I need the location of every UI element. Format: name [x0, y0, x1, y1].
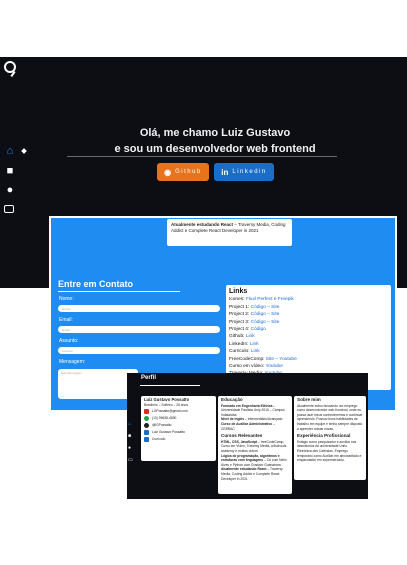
home-icon[interactable]: ⌂ — [4, 146, 16, 157]
email-input[interactable]: Email — [58, 326, 220, 333]
links-item-link[interactable]: Link — [246, 334, 255, 339]
links-item: Github: Link — [229, 334, 255, 340]
course-item: Lógica de programação, algoritmos e estr… — [221, 453, 287, 467]
about-card: Sobre mim Atualmente estou buscando um e… — [294, 396, 366, 480]
links-item-link[interactable]: Youtube — [265, 364, 282, 369]
linkedin-icon: in — [221, 167, 229, 177]
document-icon — [144, 437, 149, 443]
about-title: Sobre mim — [297, 397, 321, 402]
profile-github[interactable]: @lGPossatto — [152, 423, 171, 428]
github-button-label: Github — [175, 169, 202, 175]
links-item-link[interactable]: Link — [251, 349, 260, 354]
page: ⌂ ■ ● Olá, me chamo Luiz Gustavo e sou u… — [0, 0, 407, 565]
links-item: Project 3: Código – Site — [229, 319, 280, 325]
linkedin-button[interactable]: in Linkedin — [214, 163, 274, 181]
courses-title: Cursos Relevantes — [221, 433, 263, 439]
github-icon — [144, 423, 149, 429]
education-item: Curso de Auxiliar Administrativo – CEBRA… — [221, 421, 275, 431]
contact-divider — [58, 291, 180, 292]
profile-email[interactable]: LGPossatto@gmail.com — [152, 409, 188, 414]
home-icon[interactable]: ⌂ — [128, 422, 133, 427]
hero-divider — [67, 156, 337, 157]
contact-card-icon[interactable]: ▭ — [128, 458, 133, 463]
name-label: Nome: — [59, 296, 74, 302]
experience-title: Experiência Profissional — [297, 433, 351, 439]
links-item: Project 2: Código – Site — [229, 312, 280, 318]
message-label: Mensagem: — [59, 359, 86, 365]
hero-title-line2: e sou um desenvolvedor web frontend — [114, 143, 316, 155]
course-card-lead: Atualmente estudando React — [171, 222, 234, 227]
links-item-link[interactable]: Fluxl Perfect e Freepik — [246, 297, 294, 302]
folder-icon[interactable]: ■ — [4, 166, 16, 177]
links-title: Links — [229, 288, 248, 295]
folder-icon[interactable]: ■ — [128, 434, 133, 439]
email-label: Email: — [59, 317, 73, 323]
whatsapp-icon — [144, 416, 149, 422]
subject-label: Assunto: — [59, 338, 79, 344]
linkedin-icon — [144, 430, 149, 436]
education-title: Educação — [221, 397, 243, 402]
subject-input[interactable]: Assunto — [58, 347, 220, 354]
profile-cv[interactable]: Currículo — [152, 437, 165, 442]
education-card: Educação Formado em Engenharia Elétrica … — [218, 396, 292, 494]
links-item: LinkedIn: Link — [229, 341, 259, 347]
links-item-link[interactable]: Código – Site — [251, 320, 280, 325]
links-item-link[interactable]: Código – Site — [251, 305, 280, 310]
contact-title: Entre em Contato — [58, 279, 134, 289]
links-item: Project 1: Código – Site — [229, 304, 280, 310]
contact-card-icon[interactable] — [4, 205, 14, 213]
links-item-link[interactable]: Código – Site — [251, 312, 280, 317]
education-item: Formado em Engenharia Elétrica – Univers… — [221, 403, 285, 417]
profile-divider — [140, 385, 200, 386]
links-item: Curriculo: Link — [229, 349, 260, 355]
links-item-link[interactable]: Código — [251, 327, 266, 332]
course-item: Atualmente estudando React – Traversy Me… — [221, 467, 283, 481]
message-textarea[interactable]: Sua Mensagem — [58, 369, 138, 399]
user-icon[interactable]: ● — [4, 185, 16, 196]
course-card: Atualmente estudando React – Traversy Me… — [167, 219, 292, 246]
contact-info-card: Luiz Gustavo Possatto Brasileiro – Solte… — [141, 396, 216, 461]
user-icon[interactable]: ● — [128, 446, 133, 451]
experience-text: Estágio como pesquisador e auxiliar nos … — [297, 439, 362, 463]
links-item: Curso em vídeo: Youtube — [229, 364, 283, 370]
github-button[interactable]: ◉ Github — [157, 163, 209, 181]
profile-phone[interactable]: (13) 99638-4890 — [152, 416, 176, 421]
profile-linkedin[interactable]: Luiz Gustavo Possatto — [152, 430, 185, 435]
course-item: HTML, CSS, JavaScript – freeCodeCamp, Cu… — [221, 439, 287, 453]
hero-title-line1: Olá, me chamo Luiz Gustavo — [139, 127, 291, 139]
email-icon — [144, 409, 149, 415]
about-text: Atualmente estou buscando um emprego com… — [297, 403, 363, 431]
links-item: Icones: Fluxl Perfect e Freepik — [229, 297, 294, 303]
links-item: FreeCodeComp: Site – Youtube — [229, 356, 297, 362]
links-item: Project 4: Código — [229, 327, 266, 333]
profile-title: Perfil — [141, 375, 157, 381]
github-icon: ◉ — [164, 167, 172, 177]
links-item-link[interactable]: Site – Youtube — [266, 357, 297, 362]
links-item-link[interactable]: Link — [250, 342, 259, 347]
name-input[interactable]: Nome — [58, 305, 220, 312]
logo-icon[interactable] — [4, 61, 16, 73]
profile-subtitle: Brasileiro – Solteiro – 26 anos — [144, 402, 188, 407]
linkedin-button-label: Linkedin — [232, 169, 267, 175]
